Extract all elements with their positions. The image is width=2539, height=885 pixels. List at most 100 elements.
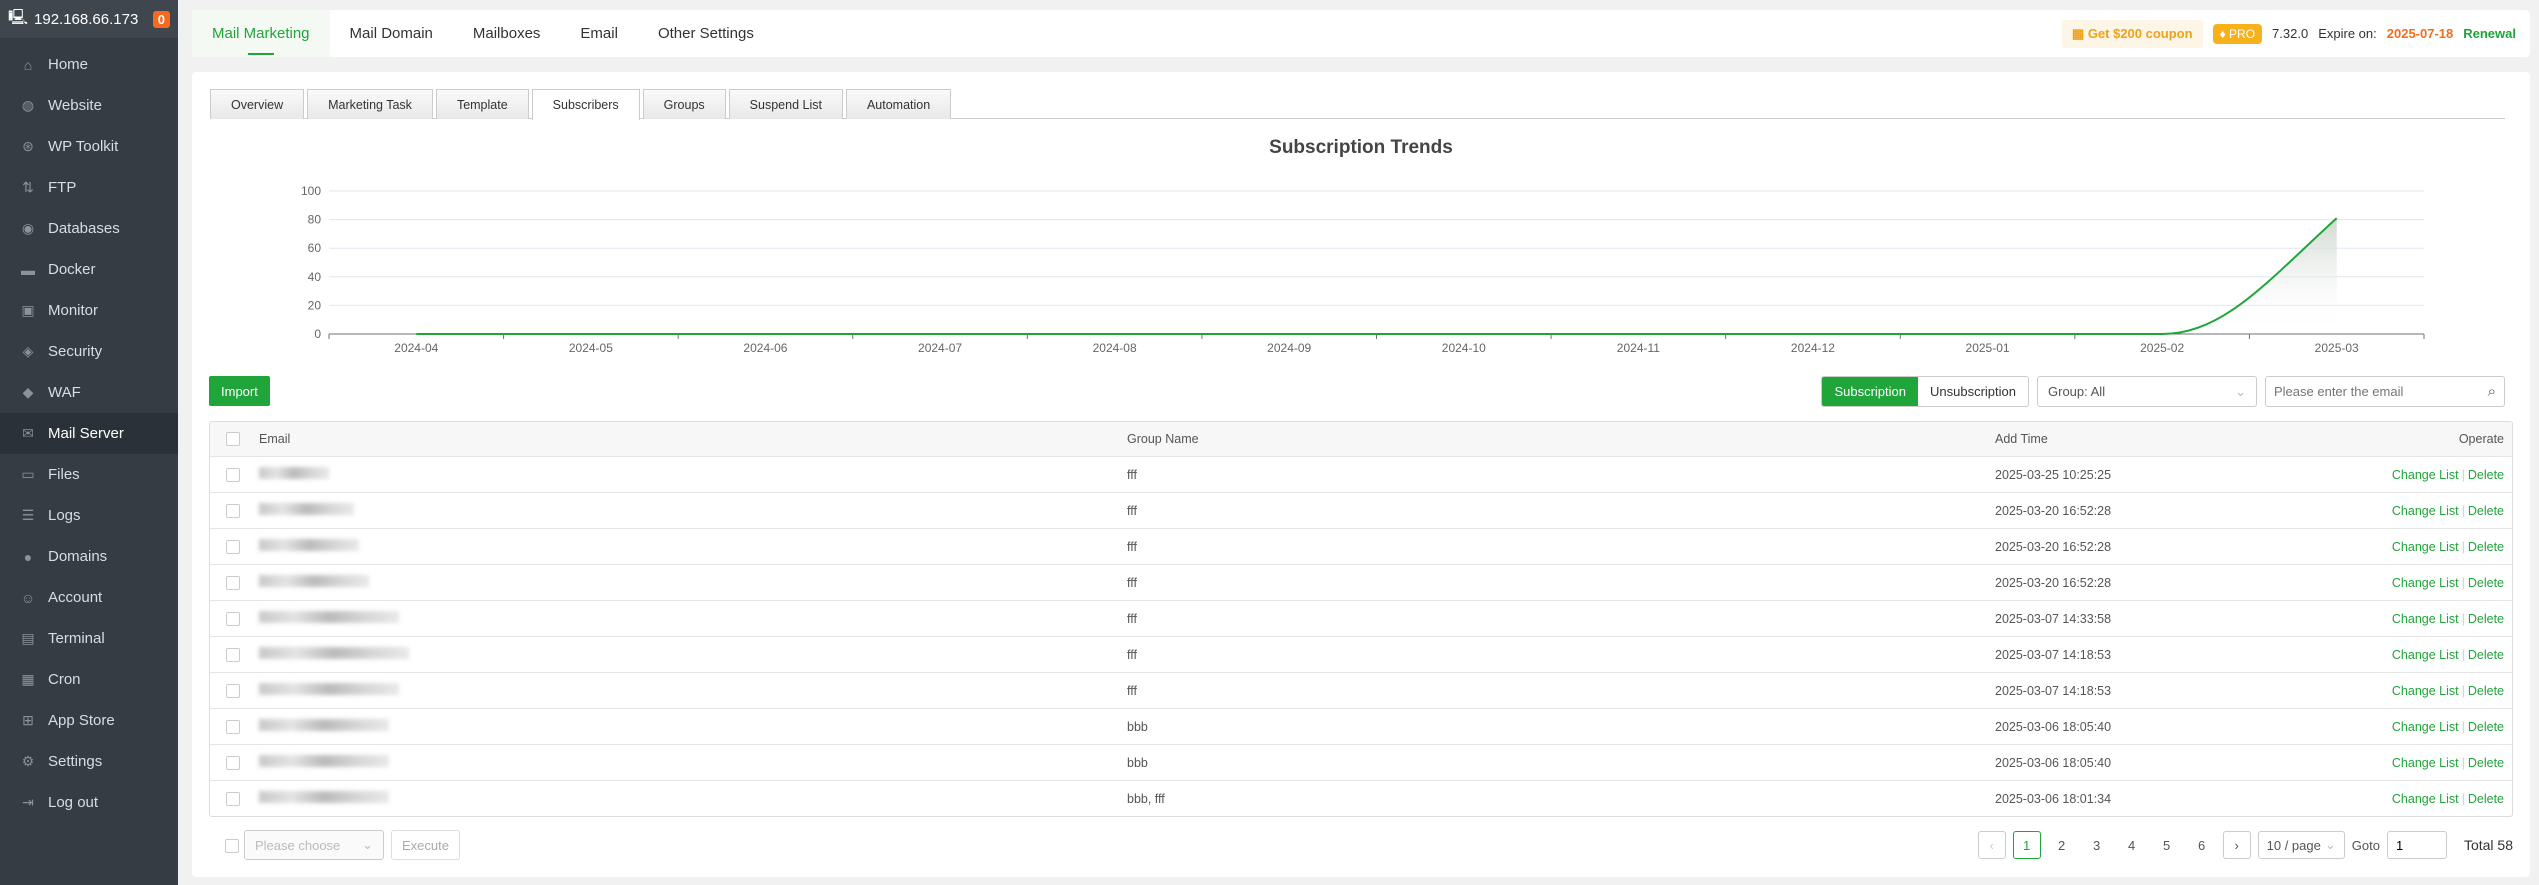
- renewal-link[interactable]: Renewal: [2463, 26, 2516, 41]
- group-select[interactable]: Group: All ⌄: [2037, 376, 2257, 407]
- separator: |: [2461, 575, 2465, 590]
- sidebar-item-domains[interactable]: ● Domains: [0, 536, 178, 577]
- row-checkbox[interactable]: [226, 755, 240, 770]
- delete-link[interactable]: Delete: [2468, 756, 2504, 770]
- page-3[interactable]: 3: [2083, 831, 2111, 859]
- row-checkbox[interactable]: [226, 611, 240, 626]
- search-icon[interactable]: ⌕: [2488, 383, 2496, 400]
- sidebar-item-wp-toolkit[interactable]: ⊛ WP Toolkit: [0, 126, 178, 167]
- delete-link[interactable]: Delete: [2468, 540, 2504, 554]
- table-row: fff 2025-03-07 14:33:58 Change List | Delete: [210, 600, 2512, 636]
- tab-other-settings[interactable]: Other Settings: [638, 10, 774, 57]
- tab-email[interactable]: Email: [560, 10, 638, 57]
- row-checkbox[interactable]: [226, 503, 240, 518]
- delete-link[interactable]: Delete: [2468, 720, 2504, 734]
- row-checkbox[interactable]: [226, 791, 240, 806]
- sidebar-item-website[interactable]: ◍ Website: [0, 85, 178, 126]
- change-list-link[interactable]: Change List: [2392, 720, 2459, 734]
- sidebar-item-label: Monitor: [48, 302, 99, 319]
- email-search-input[interactable]: [2274, 384, 2488, 399]
- delete-link[interactable]: Delete: [2468, 792, 2504, 806]
- change-list-link[interactable]: Change List: [2392, 504, 2459, 518]
- database-icon: ◉: [21, 220, 35, 236]
- sidebar-item-waf[interactable]: ◆ WAF: [0, 372, 178, 413]
- sidebar-item-terminal[interactable]: ▤ Terminal: [0, 618, 178, 659]
- tab-mailboxes[interactable]: Mailboxes: [453, 10, 561, 57]
- row-checkbox[interactable]: [226, 647, 240, 662]
- batch-action-select[interactable]: Please choose ⌄: [244, 830, 384, 860]
- chevron-down-icon: ⌄: [362, 837, 373, 852]
- redacted-email: [259, 503, 354, 515]
- sidebar-item-mail-server[interactable]: ✉ Mail Server: [0, 413, 178, 454]
- redacted-email: [259, 791, 389, 803]
- sidebar-item-ftp[interactable]: ⇅ FTP: [0, 167, 178, 208]
- delete-link[interactable]: Delete: [2468, 504, 2504, 518]
- prev-page-button[interactable]: ‹: [1977, 831, 2006, 859]
- tab-mail-marketing[interactable]: Mail Marketing: [192, 10, 330, 57]
- page-2[interactable]: 2: [2048, 831, 2076, 859]
- page-6[interactable]: 6: [2188, 831, 2216, 859]
- sidebar-item-logs[interactable]: ☰ Logs: [0, 495, 178, 536]
- row-checkbox[interactable]: [226, 575, 240, 590]
- sidebar-item-docker[interactable]: ▬ Docker: [0, 249, 178, 290]
- change-list-link[interactable]: Change List: [2392, 792, 2459, 806]
- next-page-button[interactable]: ›: [2222, 831, 2251, 859]
- change-list-link[interactable]: Change List: [2392, 468, 2459, 482]
- delete-link[interactable]: Delete: [2468, 576, 2504, 590]
- row-checkbox[interactable]: [226, 467, 240, 482]
- coupon-button[interactable]: ▦ Get $200 coupon: [2061, 19, 2203, 48]
- change-list-link[interactable]: Change List: [2392, 756, 2459, 770]
- separator: |: [2461, 755, 2465, 770]
- execute-button[interactable]: Execute: [391, 830, 460, 860]
- series-line: [416, 217, 2338, 335]
- email-cell-redacted: [259, 539, 359, 554]
- unsubscription-button[interactable]: Unsubscription: [1918, 377, 2028, 406]
- sidebar-item-databases[interactable]: ◉ Databases: [0, 208, 178, 249]
- separator: |: [2461, 503, 2465, 518]
- logout-icon: ⇥: [22, 794, 34, 810]
- redacted-email: [259, 611, 399, 623]
- delete-link[interactable]: Delete: [2468, 468, 2504, 482]
- page-size-select[interactable]: 10 / page ⌄: [2257, 831, 2345, 859]
- group-cell: fff: [1127, 503, 1137, 518]
- time-cell: 2025-03-06 18:01:34: [1995, 791, 2112, 806]
- log-icon: ☰: [21, 507, 35, 523]
- row-checkbox[interactable]: [226, 719, 240, 734]
- group-cell: fff: [1127, 539, 1137, 554]
- sidebar-item-label: Cron: [48, 671, 81, 688]
- page-5[interactable]: 5: [2153, 831, 2181, 859]
- import-button[interactable]: Import: [209, 376, 270, 406]
- sidebar-item-files[interactable]: ▭ Files: [0, 454, 178, 495]
- page-1[interactable]: 1: [2012, 831, 2041, 859]
- sidebar-item-log-out[interactable]: ⇥ Log out: [0, 782, 178, 823]
- change-list-link[interactable]: Change List: [2392, 540, 2459, 554]
- row-checkbox[interactable]: [226, 683, 240, 698]
- subscription-button[interactable]: Subscription: [1822, 377, 1918, 406]
- delete-link[interactable]: Delete: [2468, 612, 2504, 626]
- sidebar-item-home[interactable]: ⌂ Home: [0, 44, 178, 85]
- select-all-checkbox[interactable]: [226, 432, 240, 446]
- x-tick-label: 2024-07: [918, 341, 962, 355]
- goto-input[interactable]: [2386, 831, 2447, 859]
- row-checkbox[interactable]: [226, 539, 240, 554]
- sidebar-item-settings[interactable]: ⚙ Settings: [0, 741, 178, 782]
- change-list-link[interactable]: Change List: [2392, 576, 2459, 590]
- notification-badge[interactable]: 0: [152, 10, 170, 28]
- sidebar-item-monitor[interactable]: ▣ Monitor: [0, 290, 178, 331]
- sidebar-item-cron[interactable]: ▦ Cron: [0, 659, 178, 700]
- sidebar-item-app-store[interactable]: ⊞ App Store: [0, 700, 178, 741]
- page-4[interactable]: 4: [2118, 831, 2146, 859]
- delete-link[interactable]: Delete: [2468, 648, 2504, 662]
- expire-date: 2025-07-18: [2386, 26, 2454, 41]
- change-list-link[interactable]: Change List: [2392, 648, 2459, 662]
- change-list-link[interactable]: Change List: [2392, 612, 2459, 626]
- change-list-link[interactable]: Change List: [2392, 684, 2459, 698]
- sidebar-item-security[interactable]: ◈ Security: [0, 331, 178, 372]
- footer-select-checkbox[interactable]: [225, 839, 239, 853]
- delete-link[interactable]: Delete: [2468, 684, 2504, 698]
- time-cell: 2025-03-07 14:18:53: [1995, 683, 2112, 698]
- sidebar-item-account[interactable]: ☺ Account: [0, 577, 178, 618]
- time-cell: 2025-03-25 10:25:25: [1995, 467, 2112, 482]
- operate-cell: Change List | Delete: [2392, 504, 2504, 518]
- tab-mail-domain[interactable]: Mail Domain: [330, 10, 453, 57]
